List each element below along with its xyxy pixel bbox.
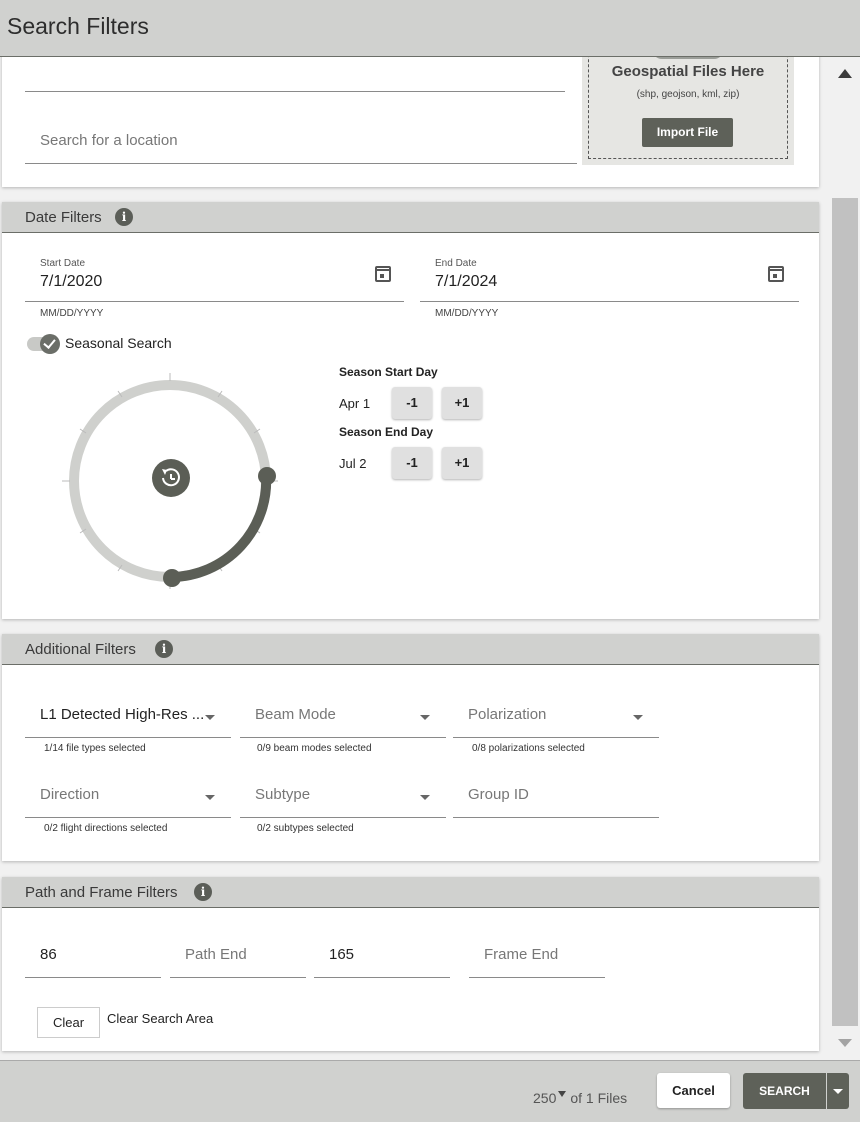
calendar-icon[interactable]	[375, 266, 391, 282]
end-date-field[interactable]: End Date 7/1/2024	[420, 258, 799, 302]
season-start-title: Season Start Day	[339, 365, 438, 379]
date-filters-title: Date Filters	[25, 209, 102, 226]
end-date-value: 7/1/2024	[435, 273, 498, 290]
file-type-select[interactable]: L1 Detected High-Res ...	[25, 694, 231, 738]
seasonal-search-label: Seasonal Search	[65, 335, 172, 351]
frame-end-placeholder: Frame End	[484, 946, 559, 963]
chevron-down-icon	[205, 715, 215, 720]
season-start-plus-button[interactable]: +1	[442, 387, 482, 419]
season-dial[interactable]	[62, 373, 282, 593]
polarization-placeholder: Polarization	[468, 706, 547, 723]
season-end-plus-button[interactable]: +1	[442, 447, 482, 479]
additional-filters-card: Additional Filters i L1 Detected High-Re…	[2, 634, 819, 861]
start-date-format-hint: MM/DD/YYYY	[40, 308, 104, 319]
path-frame-header: Path and Frame Filters i	[2, 877, 819, 908]
clear-button[interactable]: Clear	[37, 1007, 100, 1038]
search-options-dropdown-icon[interactable]	[827, 1073, 849, 1109]
seasonal-search-toggle[interactable]	[27, 334, 60, 354]
chevron-down-icon	[205, 795, 215, 800]
additional-filters-header: Additional Filters i	[2, 634, 819, 665]
cancel-button[interactable]: Cancel	[657, 1073, 730, 1108]
dropzone-title: Geospatial Files Here	[611, 63, 765, 80]
path-frame-card: Path and Frame Filters i 86 Path End 165…	[2, 877, 819, 1051]
start-date-value: 7/1/2020	[40, 273, 103, 290]
start-date-field[interactable]: Start Date 7/1/2020	[25, 258, 404, 302]
dial-season-range	[171, 474, 272, 582]
date-filters-card: Date Filters i Start Date 7/1/2020 End D…	[2, 202, 819, 619]
window-title: Search Filters	[7, 13, 149, 39]
subtype-hint: 0/2 subtypes selected	[257, 823, 354, 834]
scrollbar-thumb[interactable]	[832, 198, 858, 1026]
end-date-label: End Date	[435, 258, 477, 269]
location-search-placeholder: Search for a location	[40, 132, 178, 149]
file-type-hint: 1/14 file types selected	[44, 743, 146, 754]
polarization-select[interactable]: Polarization	[453, 694, 659, 738]
date-filters-header: Date Filters i	[2, 202, 819, 233]
info-icon[interactable]: i	[115, 208, 133, 226]
direction-hint: 0/2 flight directions selected	[44, 823, 168, 834]
chevron-down-icon	[420, 715, 430, 720]
max-results-dropdown-icon[interactable]	[558, 1091, 567, 1097]
footer-bar: 250 of 1 Files Cancel SEARCH	[0, 1060, 860, 1122]
beam-mode-placeholder: Beam Mode	[255, 706, 336, 723]
check-icon	[40, 334, 60, 354]
chevron-down-icon	[420, 795, 430, 800]
import-file-button[interactable]: Import File	[642, 118, 733, 147]
geospatial-dropzone[interactable]: Geospatial Files Here (shp, geojson, kml…	[582, 57, 794, 165]
path-end-input[interactable]: Path End	[170, 937, 306, 978]
geo-input-underline	[25, 91, 565, 92]
path-end-placeholder: Path End	[185, 946, 247, 963]
season-start-minus-button[interactable]: -1	[392, 387, 432, 419]
direction-select[interactable]: Direction	[25, 774, 231, 818]
group-id-placeholder: Group ID	[468, 786, 529, 803]
season-end-value: Jul 2	[339, 456, 367, 471]
season-end-handle	[163, 569, 181, 587]
season-start-handle	[258, 467, 276, 485]
dropzone-formats: (shp, geojson, kml, zip)	[636, 89, 740, 100]
end-date-format-hint: MM/DD/YYYY	[435, 308, 499, 319]
vertical-scrollbar[interactable]	[830, 57, 860, 1060]
additional-filters-title: Additional Filters	[25, 641, 136, 658]
group-id-input[interactable]: Group ID	[453, 774, 659, 818]
subtype-placeholder: Subtype	[255, 786, 311, 803]
title-bar: Search Filters	[0, 0, 860, 57]
season-end-minus-button[interactable]: -1	[392, 447, 432, 479]
path-start-value: 86	[40, 946, 57, 963]
info-icon[interactable]: i	[194, 883, 212, 901]
frame-start-input[interactable]: 165	[314, 937, 450, 978]
frame-start-value: 165	[329, 946, 355, 963]
season-end-title: Season End Day	[339, 425, 434, 439]
upload-icon	[652, 57, 724, 59]
frame-end-input[interactable]: Frame End	[469, 937, 605, 978]
path-start-input[interactable]: 86	[25, 937, 161, 978]
chevron-down-icon	[633, 715, 643, 720]
geo-card: Search for a location Geospatial Files H…	[2, 57, 819, 187]
scroll-down-icon[interactable]	[838, 1039, 852, 1047]
direction-placeholder: Direction	[40, 786, 100, 803]
beam-mode-hint: 0/9 beam modes selected	[257, 743, 372, 754]
subtype-select[interactable]: Subtype	[240, 774, 446, 818]
path-frame-title: Path and Frame Filters	[25, 884, 178, 901]
filters-scroll-area[interactable]: Search for a location Geospatial Files H…	[0, 57, 830, 1060]
clear-search-area-link[interactable]: Clear Search Area	[107, 1011, 213, 1026]
start-date-label: Start Date	[40, 258, 86, 269]
info-icon[interactable]: i	[155, 640, 173, 658]
result-count: 250 of 1 Files	[533, 1090, 627, 1106]
season-start-value: Apr 1	[339, 396, 371, 411]
polarization-hint: 0/8 polarizations selected	[472, 743, 585, 754]
search-button[interactable]: SEARCH	[743, 1073, 826, 1109]
scroll-up-icon[interactable]	[838, 69, 852, 78]
file-type-value: L1 Detected High-Res ...	[40, 706, 205, 723]
calendar-icon[interactable]	[768, 266, 784, 282]
beam-mode-select[interactable]: Beam Mode	[240, 694, 446, 738]
files-count-text: of 1 Files	[570, 1090, 628, 1106]
max-results-value[interactable]: 250	[533, 1090, 556, 1106]
location-search-input[interactable]: Search for a location	[25, 121, 577, 164]
